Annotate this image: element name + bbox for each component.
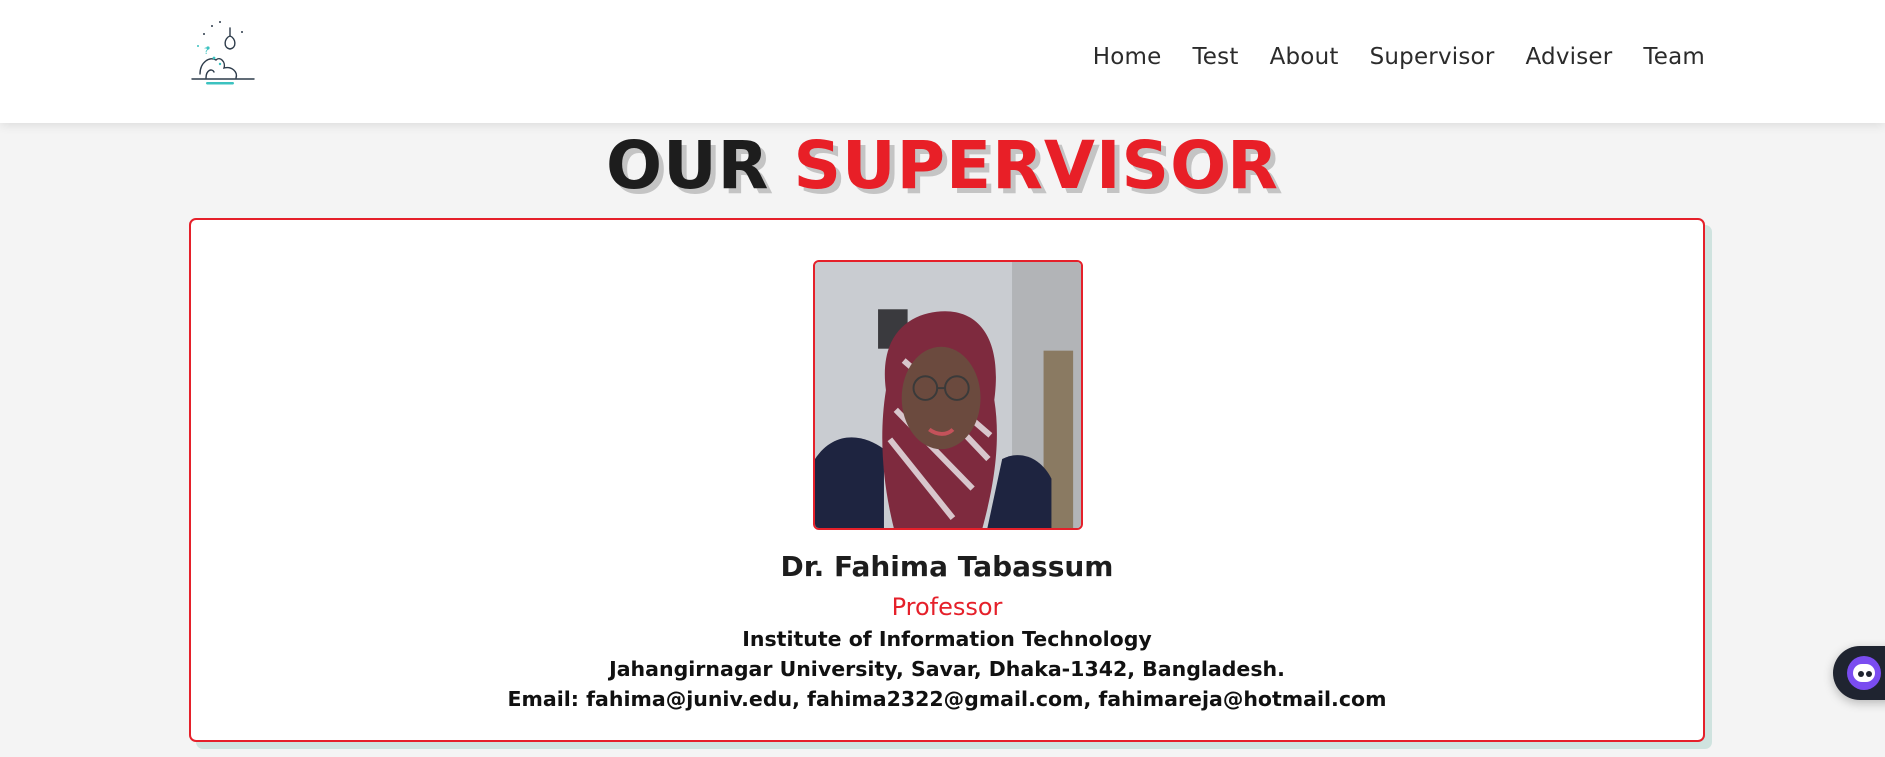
supervisor-role: Professor bbox=[891, 593, 1003, 621]
navbar: ? Home Test About Supervisor Adviser Tea… bbox=[0, 0, 1885, 123]
supervisor-address: Jahangirnagar University, Savar, Dhaka-1… bbox=[609, 657, 1285, 681]
nav-link-about[interactable]: About bbox=[1270, 44, 1339, 70]
supervisor-card: Dr. Fahima Tabassum Professor Institute … bbox=[189, 218, 1705, 742]
site-logo-icon[interactable]: ? bbox=[186, 18, 260, 94]
svg-text:?: ? bbox=[204, 47, 209, 57]
supervisor-institute: Institute of Information Technology bbox=[742, 627, 1152, 651]
chat-bot-icon bbox=[1847, 656, 1881, 690]
nav-link-team[interactable]: Team bbox=[1643, 44, 1705, 70]
nav-link-supervisor[interactable]: Supervisor bbox=[1370, 44, 1495, 70]
nav-link-adviser[interactable]: Adviser bbox=[1525, 44, 1612, 70]
section-title-part2: SUPERVISOR bbox=[793, 127, 1280, 204]
chat-widget-button[interactable] bbox=[1833, 646, 1885, 700]
supervisor-name: Dr. Fahima Tabassum bbox=[780, 550, 1114, 583]
nav-link-test[interactable]: Test bbox=[1192, 44, 1238, 70]
nav-links: Home Test About Supervisor Adviser Team bbox=[1093, 44, 1705, 70]
section-title-part1: OUR bbox=[605, 127, 770, 204]
section-title: OUR SUPERVISOR bbox=[0, 126, 1885, 206]
supervisor-photo bbox=[813, 260, 1083, 530]
nav-link-home[interactable]: Home bbox=[1093, 44, 1162, 70]
supervisor-email: Email: fahima@juniv.edu, fahima2322@gmai… bbox=[507, 687, 1387, 711]
